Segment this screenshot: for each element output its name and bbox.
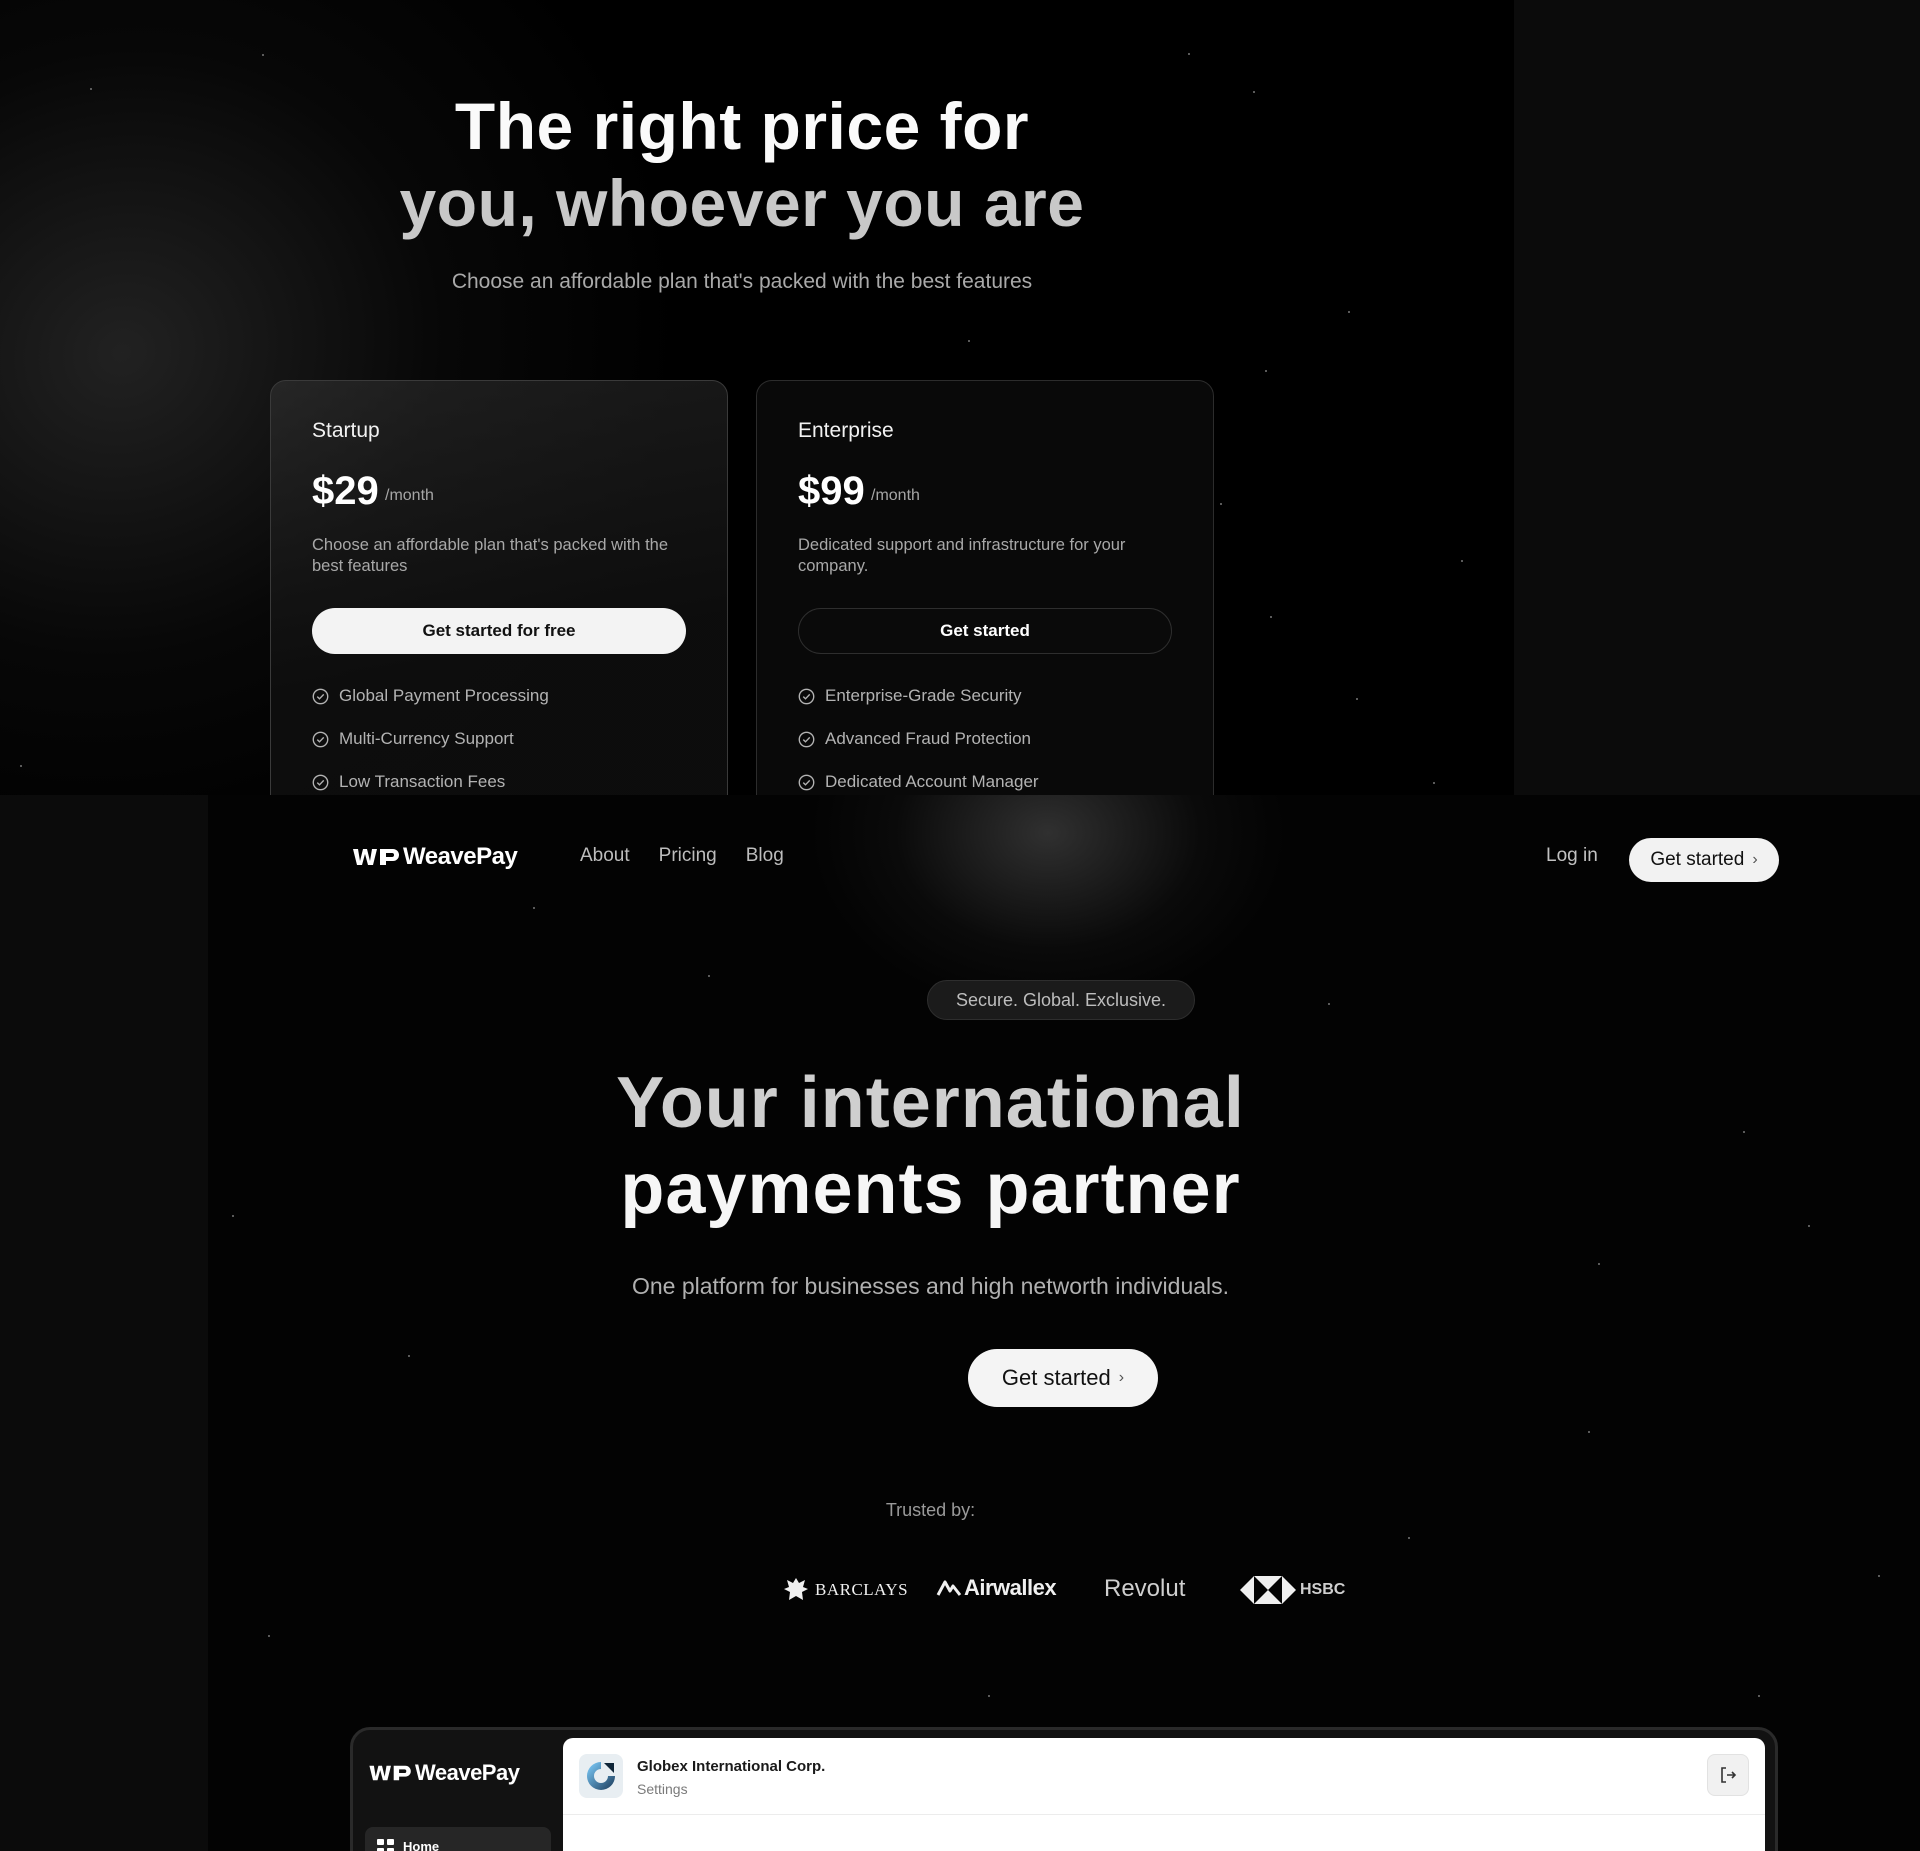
hsbc-hexagon-icon	[1240, 1576, 1296, 1604]
pricing-title-line2: you, whoever you are	[399, 166, 1085, 240]
plan-card-startup: Startup $29 /month Choose an affordable …	[270, 380, 728, 795]
home-grid-icon	[377, 1839, 394, 1851]
plan-feature-label: Global Payment Processing	[339, 686, 549, 705]
sidebar-item-label: Home	[403, 1839, 440, 1851]
brand-logo[interactable]: WeavePay	[353, 843, 518, 871]
plan-price: $99	[798, 469, 865, 513]
check-circle-icon	[312, 688, 329, 704]
plan-period: /month	[871, 487, 920, 504]
nav-get-started-button[interactable]: Get started ›	[1629, 838, 1779, 882]
sidebar-item-home[interactable]: Home	[365, 1827, 551, 1851]
chevron-right-icon: ›	[1752, 851, 1758, 868]
plan-feature: Dedicated Account Manager	[798, 772, 1039, 792]
trusted-by-label: Trusted by:	[885, 1500, 976, 1520]
dashboard-brand-name: WeavePay	[415, 1760, 520, 1785]
company-logo-icon	[587, 1762, 615, 1790]
check-circle-icon	[798, 731, 815, 747]
main-nav: About Pricing Blog	[580, 845, 784, 867]
plan-card-enterprise: Enterprise $99 /month Dedicated support …	[756, 380, 1214, 795]
airwallex-mark-icon	[936, 1580, 962, 1596]
brand-airwallex: Airwallex	[964, 1575, 1057, 1600]
chevron-right-icon: ›	[1118, 1369, 1125, 1386]
plan-description: Choose an affordable plan that's packed …	[312, 536, 669, 575]
plan-feature: Enterprise-Grade Security	[798, 686, 1022, 706]
plan-feature: Multi-Currency Support	[312, 729, 514, 749]
eagle-icon	[784, 1578, 808, 1600]
brand-name: WeavePay	[403, 843, 518, 870]
company-avatar	[579, 1754, 623, 1798]
plan-feature-label: Dedicated Account Manager	[825, 772, 1039, 791]
nav-link-blog[interactable]: Blog	[746, 845, 784, 867]
plan-feature: Global Payment Processing	[312, 686, 549, 706]
weavepay-logo-icon	[353, 849, 399, 865]
get-started-enterprise-button[interactable]: Get started	[798, 608, 1172, 654]
revolut-logo: Revolut	[1104, 1575, 1185, 1603]
dashboard-preview: WeavePay Home Globex International Corp.…	[350, 1727, 1778, 1851]
plan-name: Startup	[312, 419, 380, 442]
check-circle-icon	[798, 774, 815, 790]
airwallex-logo: Airwallex	[936, 1575, 1057, 1601]
organization-name: Globex International Corp.	[637, 1758, 826, 1775]
pricing-title-line1: The right price for	[454, 89, 1030, 163]
header-divider	[563, 1814, 1765, 1815]
hsbc-logo: HSBC	[1240, 1575, 1345, 1605]
pricing-section: The right price for you, whoever you are…	[0, 0, 1514, 795]
plan-feature: Low Transaction Fees	[312, 772, 505, 792]
plan-feature-label: Low Transaction Fees	[339, 772, 506, 791]
dashboard-brand-logo[interactable]: WeavePay	[369, 1760, 520, 1786]
logout-button[interactable]	[1707, 1754, 1749, 1796]
plan-feature: Advanced Fraud Protection	[798, 729, 1031, 749]
barclays-logo: BARCLAYS	[781, 1575, 908, 1605]
brand-hsbc: HSBC	[1300, 1581, 1346, 1598]
hero-get-started-label: Get started	[1001, 1365, 1111, 1390]
current-section: Settings	[637, 1781, 688, 1797]
nav-link-pricing[interactable]: Pricing	[659, 845, 717, 867]
dashboard-main-panel: Globex International Corp. Settings	[563, 1738, 1765, 1851]
check-circle-icon	[312, 731, 329, 747]
pricing-subtitle: Choose an affordable plan that's packed …	[451, 270, 1033, 293]
hero-title-line1: Your international	[616, 1063, 1245, 1143]
hero-subtitle: One platform for businesses and high net…	[631, 1273, 1230, 1299]
plan-period: /month	[385, 487, 434, 504]
logout-icon	[1721, 1767, 1737, 1783]
get-started-free-button[interactable]: Get started for free	[312, 608, 686, 654]
check-circle-icon	[312, 774, 329, 790]
brand-revolut: Revolut	[1104, 1575, 1186, 1602]
hero-get-started-button[interactable]: Get started ›	[968, 1349, 1158, 1407]
check-circle-icon	[798, 688, 815, 704]
hero-title-line2: payments partner	[620, 1149, 1241, 1229]
plan-description: Dedicated support and infrastructure for…	[798, 536, 1126, 575]
plan-feature-label: Enterprise-Grade Security	[825, 686, 1022, 705]
hero-badge: Secure. Global. Exclusive.	[927, 980, 1195, 1020]
hero-section: WeavePay About Pricing Blog Log in Get s…	[208, 795, 1920, 1851]
plan-feature-label: Advanced Fraud Protection	[825, 729, 1032, 748]
plan-price: $29	[312, 469, 379, 513]
nav-get-started-label: Get started	[1650, 849, 1745, 870]
brand-barclays: BARCLAYS	[815, 1580, 909, 1599]
nav-link-about[interactable]: About	[580, 845, 630, 867]
login-link[interactable]: Log in	[1546, 845, 1598, 867]
weavepay-logo-icon	[369, 1765, 411, 1781]
plan-name: Enterprise	[798, 419, 894, 442]
plan-feature-label: Multi-Currency Support	[339, 729, 514, 748]
